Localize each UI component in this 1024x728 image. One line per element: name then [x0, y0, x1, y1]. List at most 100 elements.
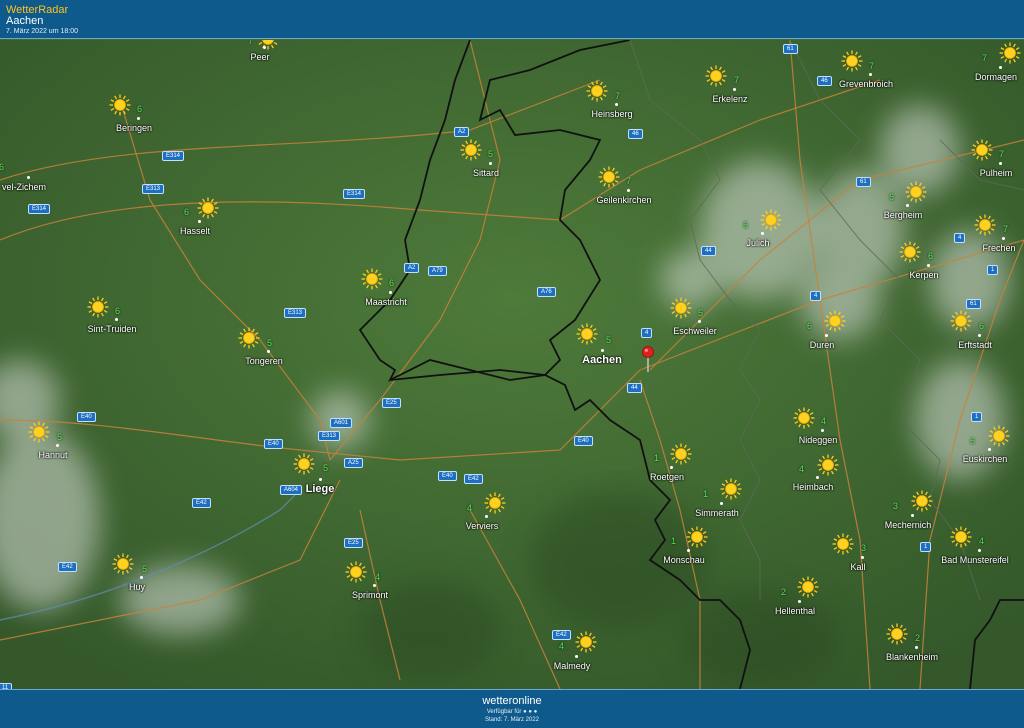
city-label[interactable]: Hannut	[38, 450, 67, 460]
road-shield: A604	[280, 485, 303, 495]
city-label[interactable]: Aachen	[582, 354, 622, 366]
sun-icon[interactable]	[705, 65, 727, 87]
city-label[interactable]: Hasselt	[180, 226, 210, 236]
sun-icon[interactable]	[950, 310, 972, 332]
temperature-value: 5	[488, 149, 494, 159]
temperature-value: 6	[979, 321, 985, 331]
sun-icon[interactable]	[841, 50, 863, 72]
city-label[interactable]: Roetgen	[650, 472, 684, 482]
city-label[interactable]: Geilenkirchen	[596, 195, 651, 205]
city-dot	[627, 189, 630, 192]
city-label[interactable]: Erftstadt	[958, 340, 992, 350]
sun-icon[interactable]	[460, 139, 482, 161]
city-label[interactable]: Hellenthal	[775, 606, 815, 616]
sun-icon[interactable]	[197, 197, 219, 219]
city-label[interactable]: Bergheim	[884, 210, 923, 220]
city-label[interactable]: Julich	[746, 238, 769, 248]
city-label[interactable]: Sprimont	[352, 590, 388, 600]
road-shield: E25	[344, 538, 363, 548]
city-label[interactable]: Monschau	[663, 555, 705, 565]
city-label[interactable]: Heimbach	[793, 482, 834, 492]
city-label[interactable]: Blankenheim	[886, 652, 938, 662]
sun-icon[interactable]	[484, 492, 506, 514]
weather-map[interactable]: E314 E313 E314 E314 A2 A2 A79 A76 E313 A601 E313 E4…	[0, 40, 1024, 689]
city-label[interactable]: Liege	[306, 483, 335, 495]
location-pin-icon[interactable]	[641, 346, 655, 372]
city-label[interactable]: Kall	[850, 562, 865, 572]
sun-icon[interactable]	[720, 478, 742, 500]
road-shield: E313	[284, 308, 307, 318]
city-label[interactable]: Bad Munstereifel	[941, 555, 1009, 565]
city-label[interactable]: Dormagen	[975, 72, 1017, 82]
sun-icon[interactable]	[575, 631, 597, 653]
sun-icon[interactable]	[950, 526, 972, 548]
sun-icon[interactable]	[361, 268, 383, 290]
sun-icon[interactable]	[109, 94, 131, 116]
road-shield: 44	[701, 246, 716, 256]
sun-icon[interactable]	[793, 407, 815, 429]
temperature-value: 5	[323, 463, 329, 473]
city-label[interactable]: Sint-Truiden	[88, 324, 137, 334]
city-label[interactable]: Frechen	[982, 243, 1015, 253]
sun-icon[interactable]	[345, 561, 367, 583]
brand-logo[interactable]: wetteronline	[0, 695, 1024, 707]
city-label[interactable]: Malmedy	[554, 661, 591, 671]
sun-icon[interactable]	[293, 453, 315, 475]
sun-icon[interactable]	[817, 454, 839, 476]
sun-icon[interactable]	[905, 181, 927, 203]
city-label[interactable]: Heinsberg	[591, 109, 632, 119]
sun-icon[interactable]	[832, 533, 854, 555]
city-label[interactable]: Mechernich	[885, 520, 932, 530]
sun-icon[interactable]	[686, 526, 708, 548]
city-label[interactable]: Peer	[250, 52, 269, 62]
sun-icon[interactable]	[28, 421, 50, 443]
road-shield: E40	[438, 471, 457, 481]
city-dot	[978, 549, 981, 552]
city-label[interactable]: Tongeren	[245, 356, 283, 366]
city-label[interactable]: Erkelenz	[712, 94, 747, 104]
city-label[interactable]: Kerpen	[909, 270, 938, 280]
temperature-value: 7	[1003, 224, 1009, 234]
city-dot	[575, 655, 578, 658]
sun-icon[interactable]	[598, 166, 620, 188]
sun-icon[interactable]	[112, 553, 134, 575]
city-label[interactable]: Pulheim	[980, 168, 1013, 178]
city-label[interactable]: Eschweiler	[673, 326, 717, 336]
sun-icon[interactable]	[886, 623, 908, 645]
city-label[interactable]: Nideggen	[799, 435, 838, 445]
city-dot	[798, 600, 801, 603]
sun-icon[interactable]	[911, 490, 933, 512]
sun-icon[interactable]	[999, 42, 1021, 64]
sun-icon[interactable]	[974, 214, 996, 236]
city-label[interactable]: Sittard	[473, 168, 499, 178]
city-label[interactable]: Maastricht	[365, 297, 407, 307]
city-label[interactable]: Beringen	[116, 123, 152, 133]
city-label[interactable]: Verviers	[466, 521, 499, 531]
city-label[interactable]: vel-Zichem	[2, 182, 46, 192]
road-shield: E42	[58, 562, 77, 572]
city-dot	[615, 103, 618, 106]
sun-icon[interactable]	[760, 209, 782, 231]
sun-icon[interactable]	[87, 296, 109, 318]
sun-icon[interactable]	[670, 443, 692, 465]
sun-icon[interactable]	[670, 297, 692, 319]
city-dot	[27, 176, 30, 179]
road-shield: A601	[330, 418, 353, 428]
city-label[interactable]: Simmerath	[695, 508, 739, 518]
sun-icon[interactable]	[971, 139, 993, 161]
sun-icon[interactable]	[238, 327, 260, 349]
sun-icon[interactable]	[988, 425, 1010, 447]
sun-icon[interactable]	[586, 80, 608, 102]
sun-icon[interactable]	[899, 241, 921, 263]
sun-icon[interactable]	[824, 310, 846, 332]
city-label[interactable]: Grevenbroich	[839, 79, 893, 89]
road-shield: 4	[810, 291, 822, 301]
city-label[interactable]: Duren	[810, 340, 835, 350]
city-dot	[999, 162, 1002, 165]
sun-icon[interactable]	[257, 40, 279, 50]
city-label[interactable]: Euskirchen	[963, 454, 1008, 464]
sun-icon[interactable]	[576, 323, 598, 345]
sun-icon[interactable]	[797, 576, 819, 598]
temperature-value: 6	[889, 192, 895, 202]
city-label[interactable]: Huy	[129, 582, 145, 592]
